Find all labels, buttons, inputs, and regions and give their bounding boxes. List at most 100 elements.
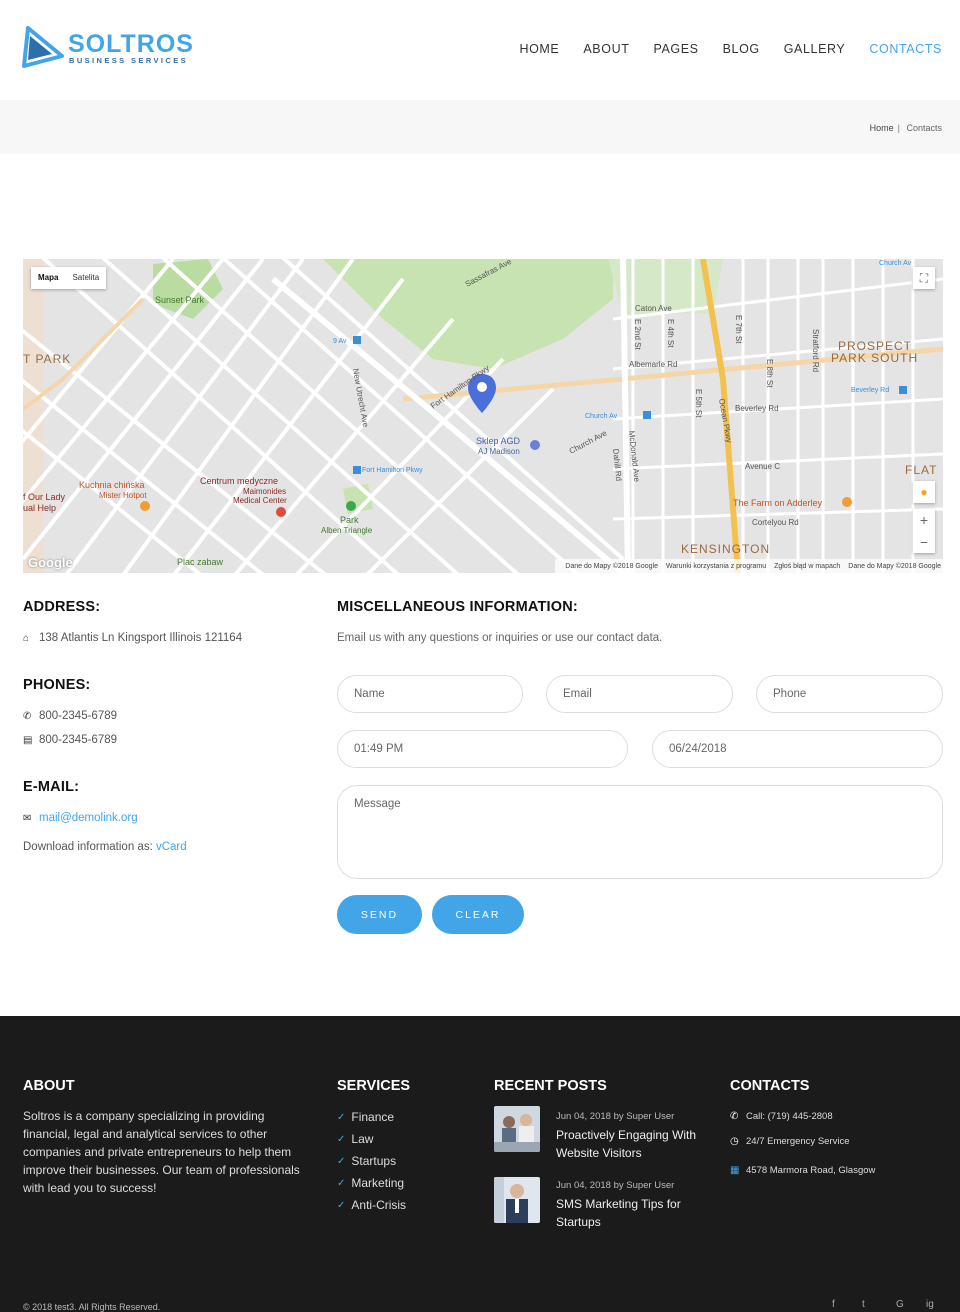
map-label-hotpot: Mister Hotpot: [99, 491, 147, 500]
nav-home[interactable]: HOME: [519, 42, 559, 56]
map-attr-data: Dane do Mapy ©2018 Google: [565, 562, 658, 570]
address-value: 138 Atlantis Ln Kingsport Illinois 12116…: [39, 632, 243, 644]
service-item-marketing[interactable]: ✓ Marketing: [337, 1176, 404, 1190]
phone-input[interactable]: [756, 675, 943, 713]
vcard-link[interactable]: vCard: [156, 841, 187, 853]
service-item-startups[interactable]: ✓ Startups: [337, 1154, 396, 1168]
breadcrumb-current: Contacts: [906, 123, 942, 133]
address-heading: ADDRESS:: [23, 599, 101, 615]
post-title-1[interactable]: Proactively Engaging With Website Visito…: [556, 1126, 716, 1162]
name-input[interactable]: [337, 675, 523, 713]
fax-value: 800-2345-6789: [39, 734, 118, 746]
clock-icon: ◷: [730, 1136, 739, 1147]
breadcrumb: Home | Contacts: [866, 123, 942, 133]
footer-services-heading: SERVICES: [337, 1078, 411, 1094]
email-input[interactable]: [546, 675, 733, 713]
nav-gallery[interactable]: GALLERY: [784, 42, 846, 56]
map-label-e7th: E 7th St: [734, 315, 743, 344]
map-label-help: ual Help: [23, 503, 56, 513]
post-title-2[interactable]: SMS Marketing Tips for Startups: [556, 1195, 716, 1231]
map-label-aj: AJ Madison: [478, 447, 520, 456]
nav-about[interactable]: ABOUT: [583, 42, 629, 56]
map-label-our-lady: f Our Lady: [23, 492, 66, 502]
map-attr-report[interactable]: Zgłoś błąd w mapach: [774, 563, 840, 570]
map-type-map-button[interactable]: Mapa: [31, 267, 65, 289]
footer-address: 4578 Marmora Road, Glasgow: [746, 1165, 876, 1176]
map-label-alben: Alben Triangle: [321, 526, 373, 535]
envelope-icon: ✉: [23, 812, 32, 824]
service-label: Marketing: [351, 1176, 405, 1190]
google-plus-icon[interactable]: G: [896, 1299, 904, 1310]
map-label-beverley-rd: Beverley Rd: [851, 387, 889, 394]
footer-address-row: ▦ 4578 Marmora Road, Glasgow: [730, 1165, 875, 1176]
map-label-9av: 9 Av: [333, 338, 347, 345]
nav-pages[interactable]: PAGES: [653, 42, 698, 56]
check-icon: ✓: [337, 1155, 346, 1167]
message-textarea[interactable]: [337, 785, 943, 879]
site-header: SOLTROS BUSINESS SERVICES HOME ABOUT PAG…: [0, 0, 960, 100]
logo[interactable]: SOLTROS BUSINESS SERVICES: [22, 26, 202, 70]
footer-posts-heading: RECENT POSTS: [494, 1078, 607, 1094]
instagram-icon[interactable]: ig: [926, 1299, 934, 1310]
footer-about-heading: ABOUT: [23, 1078, 75, 1094]
fax-row: ▤ 800-2345-6789: [23, 734, 117, 746]
service-label: Anti-Crisis: [351, 1198, 407, 1212]
zoom-in-button[interactable]: +: [913, 509, 935, 531]
google-map[interactable]: Sunset Park T PARK PROSPECT PARK SOUTH K…: [23, 259, 943, 573]
home-icon: ⌂: [23, 632, 30, 644]
map-label-e2nd: E 2nd St: [633, 319, 642, 350]
map-zoom-controls: + −: [913, 509, 935, 553]
twitter-icon[interactable]: t: [862, 1299, 865, 1310]
footer-call-row: ✆ Call: (719) 445-2808: [730, 1111, 833, 1122]
nav-contacts[interactable]: CONTACTS: [869, 42, 942, 56]
clear-button[interactable]: CLEAR: [432, 895, 524, 934]
map-label-park-south: PARK SOUTH: [831, 351, 918, 365]
map-type-satellite-button[interactable]: Satelita: [65, 267, 106, 289]
breadcrumb-home[interactable]: Home: [870, 123, 894, 133]
send-button[interactable]: SEND: [337, 895, 422, 934]
breadcrumb-band: Home | Contacts: [0, 100, 960, 154]
vcard-row: Download information as: vCard: [23, 841, 187, 853]
date-input[interactable]: [652, 730, 943, 768]
zoom-out-button[interactable]: −: [913, 531, 935, 553]
map-label-medical: Medical Center: [233, 496, 287, 505]
map-label-albemarle: Albemarle Rd: [629, 360, 677, 369]
footer-about-text: Soltros is a company specializing in pro…: [23, 1109, 300, 1195]
phone-icon: ✆: [23, 710, 32, 722]
map-label-kuchnia: Kuchnia chińska: [79, 480, 145, 490]
map-label-kensington: KENSINGTON: [681, 542, 770, 556]
map-attr-terms[interactable]: Warunki korzystania z programu: [666, 563, 766, 570]
fullscreen-icon[interactable]: ⛶: [913, 267, 935, 289]
street-view-pegman-icon[interactable]: ●: [913, 481, 935, 503]
map-label-e5th: E 5th St: [694, 389, 703, 418]
check-icon: ✓: [337, 1111, 346, 1123]
map-attribution: Dane do Mapy ©2018 Google Warunki korzys…: [555, 559, 943, 573]
footer-call[interactable]: Call: (719) 445-2808: [746, 1111, 833, 1122]
nav-blog[interactable]: BLOG: [723, 42, 760, 56]
service-item-law[interactable]: ✓ Law: [337, 1132, 373, 1146]
copyright: © 2018 test3. All Rights Reserved.: [23, 1302, 161, 1312]
map-label-fort-ham-station: Fort Hamilton Pkwy: [362, 467, 423, 474]
service-item-anti-crisis[interactable]: ✓ Anti-Crisis: [337, 1198, 406, 1212]
phone-value[interactable]: 800-2345-6789: [39, 710, 117, 722]
service-label: Finance: [351, 1110, 395, 1124]
map-label-avenue-c: Avenue C: [745, 462, 780, 471]
facebook-icon[interactable]: f: [832, 1299, 835, 1310]
map-label-church-av: Church Av: [585, 413, 618, 420]
post-thumbnail-2[interactable]: [494, 1177, 540, 1223]
address-row: ⌂ 138 Atlantis Ln Kingsport Illinois 121…: [23, 632, 242, 644]
misc-heading: MISCELLANEOUS INFORMATION:: [337, 599, 578, 615]
check-icon: ✓: [337, 1133, 346, 1145]
footer-contacts-heading: CONTACTS: [730, 1078, 810, 1094]
time-input[interactable]: [337, 730, 628, 768]
service-label: Startups: [351, 1154, 397, 1168]
map-label-sunset-park: Sunset Park: [155, 295, 205, 305]
map-label-caton: Caton Ave: [635, 304, 672, 313]
map-label-flat: FLAT: [905, 463, 937, 477]
google-logo: Google: [28, 555, 73, 570]
email-link[interactable]: mail@demolink.org: [39, 812, 138, 824]
post-thumbnail-1[interactable]: [494, 1106, 540, 1152]
service-item-finance[interactable]: ✓ Finance: [337, 1110, 394, 1124]
map-attr-data-2: Dane do Mapy ©2018 Google: [848, 562, 941, 570]
check-icon: ✓: [337, 1199, 346, 1211]
